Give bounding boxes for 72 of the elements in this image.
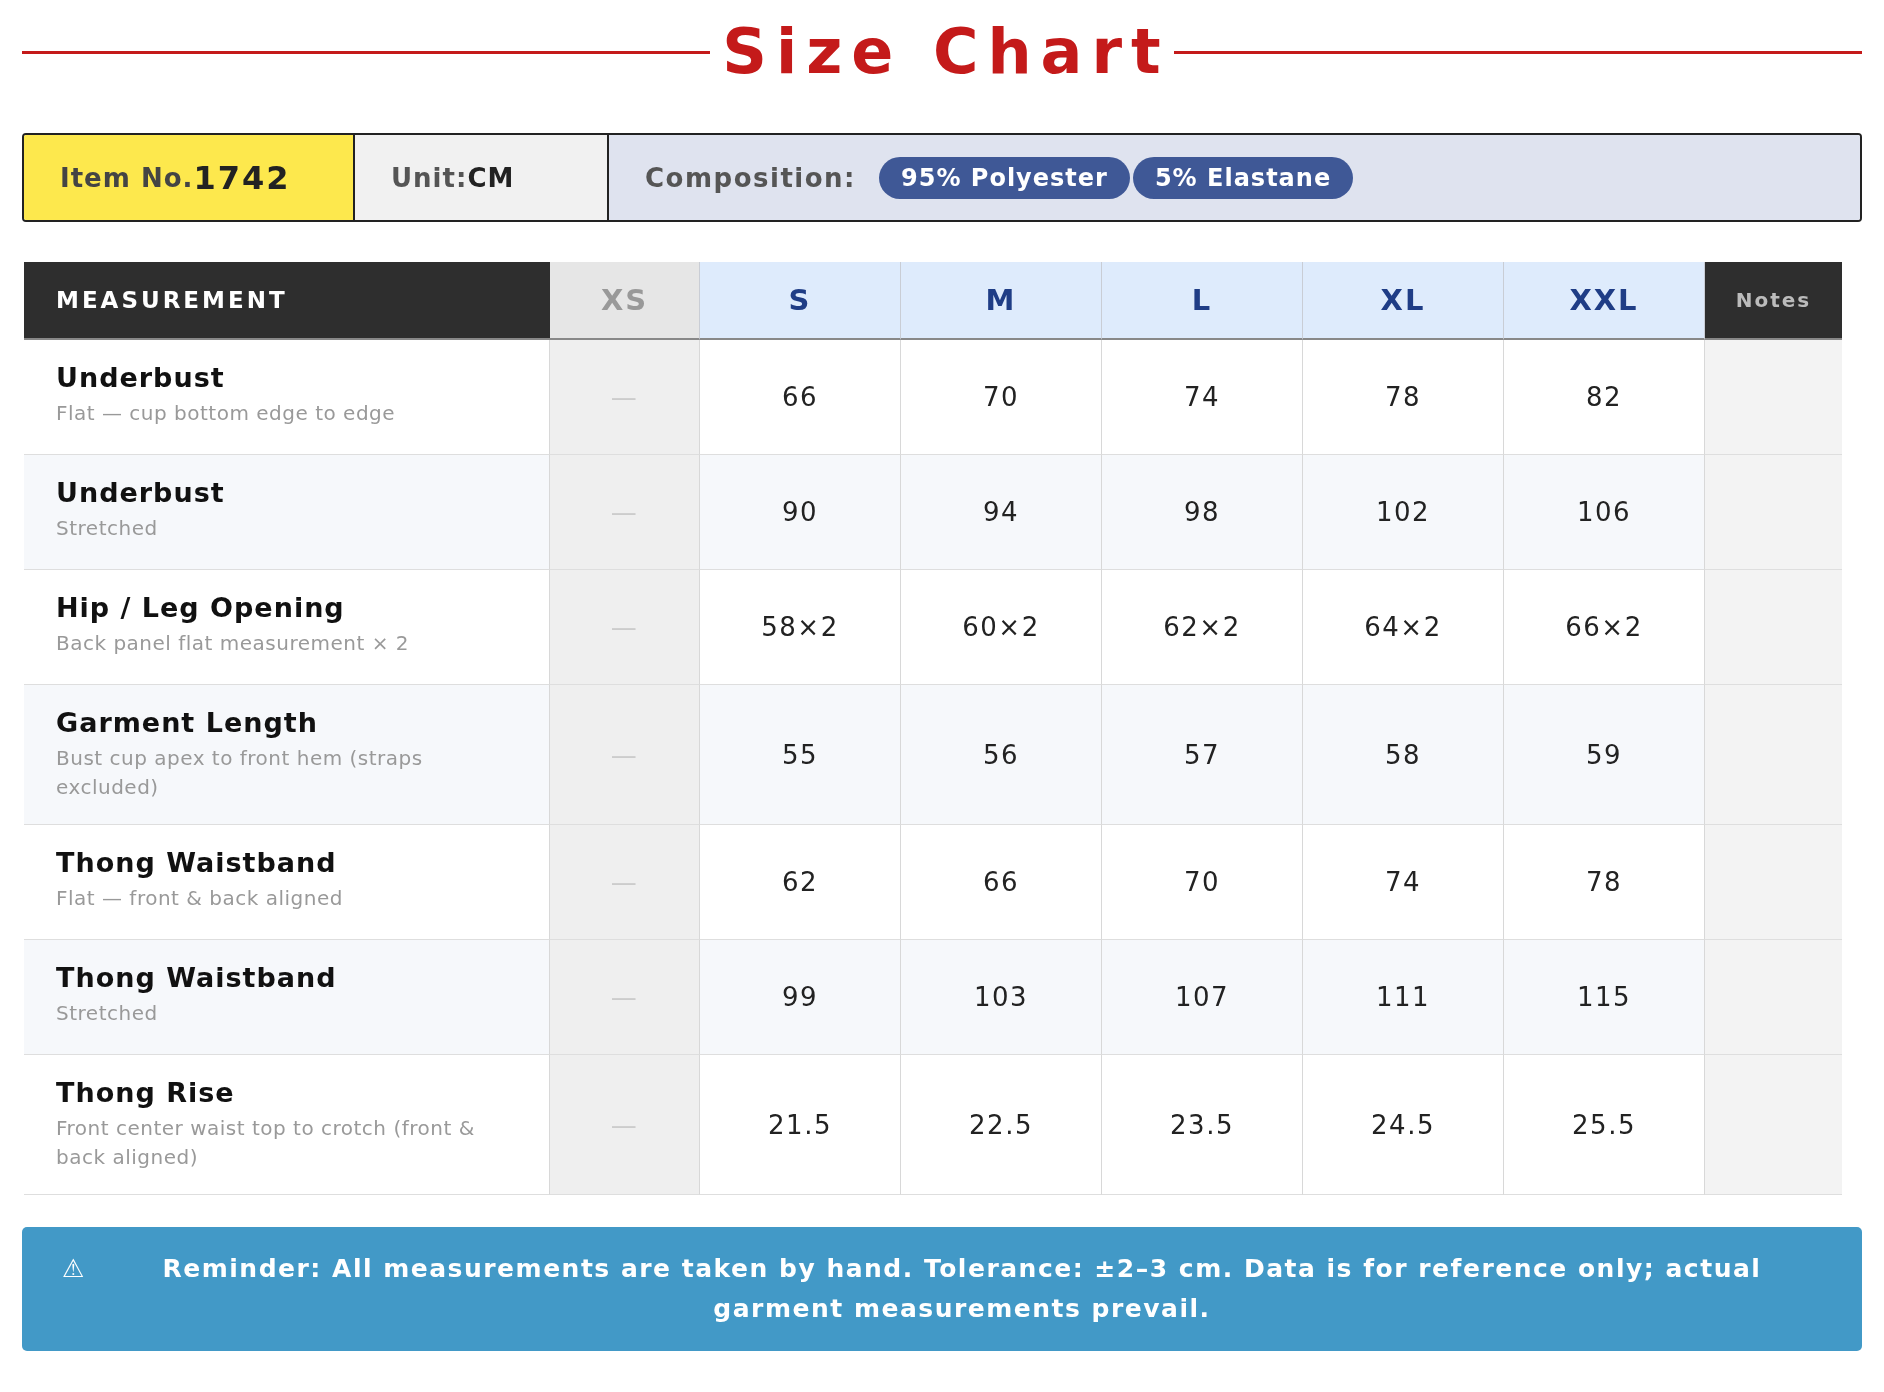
table-cell: 102 (1375, 497, 1431, 527)
table-cell: 107 (1174, 982, 1230, 1012)
size-header: M (901, 262, 1102, 340)
measurement-name: Thong Waistband (56, 962, 338, 993)
measurement-detail: Stretched (56, 515, 159, 542)
table-cell: 82 (1585, 382, 1623, 412)
table-cell: 78 (1384, 382, 1422, 412)
reminder-text: Reminder: All measurements are taken by hand. Tolerance: ±2–3 cm. Data is for reference only; actual garment measurements prevail. (161, 1253, 1763, 1325)
warning-icon: ⚠ (62, 1249, 86, 1289)
table-cell: 99 (781, 982, 819, 1012)
measurement-detail: Front center waist top to crotch (front & back aligned) (56, 1115, 476, 1171)
table-cell: 55 (781, 739, 819, 770)
table-cell: — (610, 867, 639, 897)
table-cell: 62 (781, 867, 819, 897)
measurement-detail: Flat — cup bottom edge to edge (56, 400, 397, 427)
page-title: Size Chart (721, 21, 1170, 83)
size-header: XXL (1504, 262, 1705, 340)
table-cell: 58×2 (761, 612, 839, 642)
material-tag: 5% Elastane (1132, 156, 1354, 199)
table-cell: 64×2 (1364, 612, 1442, 642)
table-cell: 106 (1576, 497, 1632, 527)
size-header: S (700, 262, 901, 340)
table-cell: 58 (1384, 739, 1422, 770)
table-cell: — (610, 982, 639, 1012)
table-cell: 70 (1183, 867, 1221, 897)
table-cell: 59 (1585, 739, 1623, 770)
size-header: XL (1303, 262, 1504, 340)
table-cell: 74 (1384, 867, 1422, 897)
table-cell: 98 (1183, 497, 1221, 527)
table-cell: 111 (1375, 982, 1431, 1012)
table-cell: 74 (1183, 382, 1221, 412)
table-cell: — (610, 497, 639, 527)
material-tag: 95% Polyester (879, 156, 1130, 199)
table-cell: 21.5 (768, 1109, 832, 1140)
measurement-detail: Flat — front & back aligned (56, 885, 344, 912)
table-cell: — (610, 1109, 639, 1140)
table-cell: 66 (982, 867, 1020, 897)
measurement-detail: Back panel flat measurement × 2 (56, 630, 411, 657)
measurement-name: Hip / Leg Opening (56, 592, 346, 623)
table-cell: 62×2 (1163, 612, 1241, 642)
table-cell: — (610, 739, 639, 770)
table-cell: 60×2 (962, 612, 1040, 642)
unit-label: Unit:CM (355, 135, 609, 220)
table-cell: — (610, 382, 639, 412)
table-cell: 22.5 (969, 1109, 1033, 1140)
item-number-label: Item No.1742 (24, 135, 355, 220)
table-cell: 24.5 (1371, 1109, 1435, 1140)
measurement-name: Underbust (56, 477, 226, 508)
table-cell: 57 (1183, 739, 1221, 770)
table-cell: 56 (982, 739, 1020, 770)
table-cell: 115 (1576, 982, 1632, 1012)
table-cell: 66×2 (1565, 612, 1643, 642)
table-cell: 78 (1585, 867, 1623, 897)
measurement-name: Underbust (56, 362, 226, 393)
table-cell: 94 (982, 497, 1020, 527)
measurement-name: Thong Rise (56, 1077, 236, 1108)
table-cell: 23.5 (1170, 1109, 1234, 1140)
table-cell: 70 (982, 382, 1020, 412)
size-header: XS (550, 262, 700, 340)
table-cell: 25.5 (1572, 1109, 1636, 1140)
measurement-detail: Bust cup apex to front hem (straps excluded) (56, 745, 424, 801)
column-header: Notes (1705, 262, 1842, 340)
measurement-name: Garment Length (56, 707, 319, 738)
table-cell: 66 (781, 382, 819, 412)
size-header: L (1102, 262, 1303, 340)
composition-label: Composition: (645, 162, 856, 193)
column-header: MEASUREMENT (24, 262, 550, 340)
table-cell: 103 (973, 982, 1029, 1012)
table-cell: — (610, 612, 639, 642)
table-cell: 90 (781, 497, 819, 527)
measurement-detail: Stretched (56, 1000, 159, 1027)
measurement-name: Thong Waistband (56, 847, 338, 878)
